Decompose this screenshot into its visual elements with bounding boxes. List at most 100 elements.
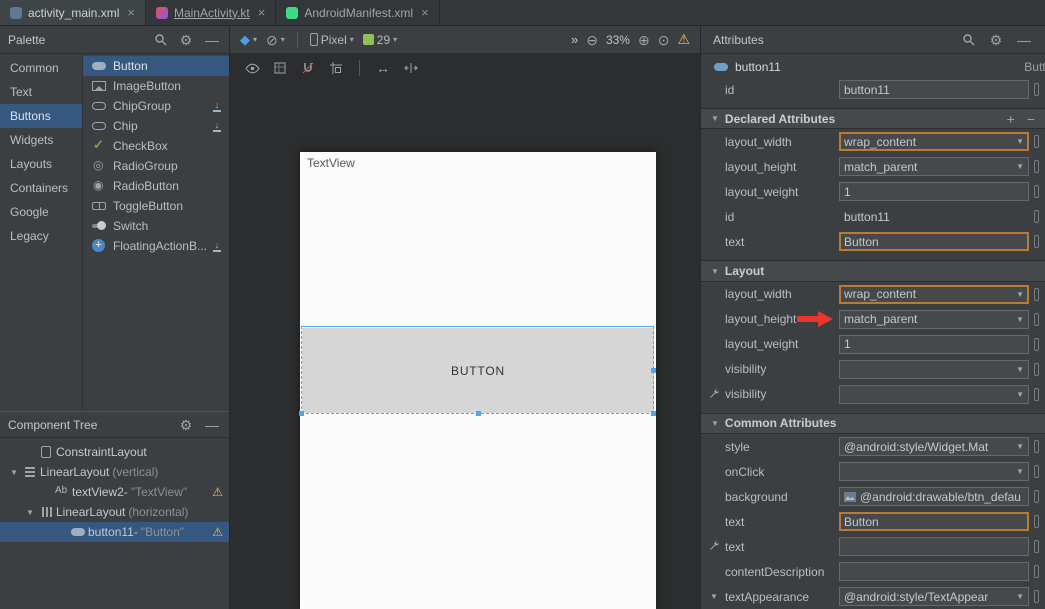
- palette-category[interactable]: Google: [0, 200, 82, 224]
- editor-tab[interactable]: activity_main.xml ×: [0, 0, 146, 25]
- device-select[interactable]: Pixel ▾: [310, 33, 354, 47]
- attribute-input[interactable]: ▼: [839, 385, 1029, 404]
- search-icon[interactable]: [959, 31, 977, 49]
- palette-item[interactable]: Chip ↓: [83, 116, 229, 136]
- resource-picker-icon[interactable]: [1034, 465, 1039, 478]
- design-mode-select[interactable]: ◆ ▾: [240, 32, 257, 48]
- hide-panel-icon[interactable]: —: [203, 31, 221, 49]
- palette-item[interactable]: RadioButton ↓: [83, 176, 229, 196]
- expand-arrow-icon[interactable]: ▼: [6, 468, 22, 477]
- warning-icon[interactable]: ⚠: [212, 485, 223, 499]
- attribute-input[interactable]: button11 ▼: [839, 207, 1029, 226]
- resource-picker-icon[interactable]: [1034, 83, 1039, 96]
- attribute-input[interactable]: match_parent ▼: [839, 310, 1029, 329]
- resource-picker-icon[interactable]: [1034, 313, 1039, 326]
- attribute-input[interactable]: 1 ▼: [839, 182, 1029, 201]
- palette-category[interactable]: Buttons: [0, 104, 82, 128]
- palette-item[interactable]: CheckBox ↓: [83, 136, 229, 156]
- palette-category[interactable]: Legacy: [0, 224, 82, 248]
- resource-picker-icon[interactable]: [1034, 135, 1039, 148]
- id-input[interactable]: button11: [839, 80, 1029, 99]
- chevron-down-icon[interactable]: ▼: [1016, 390, 1024, 399]
- search-icon[interactable]: [151, 31, 169, 49]
- resource-picker-icon[interactable]: [1034, 363, 1039, 376]
- palette-category[interactable]: Text: [0, 80, 82, 104]
- warning-icon[interactable]: ⚠: [212, 525, 223, 539]
- attribute-input[interactable]: ▼: [839, 462, 1029, 481]
- attribute-input[interactable]: ▼: [839, 360, 1029, 379]
- palette-item[interactable]: Button ↓: [83, 56, 229, 76]
- component-tree-node[interactable]: ▼ LinearLayout (vertical) ⚠: [0, 462, 229, 482]
- resource-picker-icon[interactable]: [1034, 565, 1039, 578]
- textview-preview[interactable]: TextView: [307, 156, 355, 170]
- editor-tab[interactable]: MainActivity.kt ×: [146, 0, 276, 25]
- chevron-down-icon[interactable]: ▼: [1016, 162, 1024, 171]
- view-options-eye-icon[interactable]: [244, 60, 260, 76]
- chevron-down-icon[interactable]: ▼: [1016, 315, 1024, 324]
- section-header-layout[interactable]: ▼ Layout: [701, 260, 1045, 281]
- design-surface[interactable]: TextView BUTTON: [230, 82, 700, 609]
- device-screen[interactable]: TextView BUTTON: [300, 152, 656, 609]
- palette-item[interactable]: ToggleButton ↓: [83, 196, 229, 216]
- expand-arrow-icon[interactable]: ▼: [22, 508, 38, 517]
- attribute-input[interactable]: @android:style/TextAppear ▼: [839, 587, 1029, 606]
- editor-tab[interactable]: AndroidManifest.xml ×: [276, 0, 439, 25]
- attribute-input[interactable]: Button ▼: [839, 232, 1029, 251]
- palette-category[interactable]: Widgets: [0, 128, 82, 152]
- attribute-input[interactable]: Button ▼: [839, 512, 1029, 531]
- resource-picker-icon[interactable]: [1034, 440, 1039, 453]
- gear-icon[interactable]: ⚙: [177, 31, 195, 49]
- distribute-icon[interactable]: [403, 60, 419, 76]
- chevron-down-icon[interactable]: ▼: [1016, 365, 1024, 374]
- guidelines-icon[interactable]: [328, 60, 344, 76]
- palette-item[interactable]: FloatingActionB... ↓: [83, 236, 229, 256]
- resource-picker-icon[interactable]: [1034, 160, 1039, 173]
- resource-picker-icon[interactable]: [1034, 338, 1039, 351]
- chevron-down-icon[interactable]: ▼: [1016, 442, 1024, 451]
- add-attribute-icon[interactable]: +: [1007, 111, 1015, 127]
- palette-item[interactable]: Switch ↓: [83, 216, 229, 236]
- chevron-down-icon[interactable]: ▼: [1016, 290, 1024, 299]
- section-header-declared[interactable]: ▼ Declared Attributes + −: [701, 108, 1045, 129]
- attribute-input[interactable]: @android:drawable/btn_defau ▼: [839, 487, 1029, 506]
- component-tree-node[interactable]: ▼ ConstraintLayout ⚠: [0, 442, 229, 462]
- palette-item[interactable]: ImageButton ↓: [83, 76, 229, 96]
- palette-item[interactable]: ChipGroup ↓: [83, 96, 229, 116]
- attribute-input[interactable]: ▼: [839, 562, 1029, 581]
- attribute-input[interactable]: 1 ▼: [839, 335, 1029, 354]
- resource-picker-icon[interactable]: [1034, 388, 1039, 401]
- attribute-input[interactable]: wrap_content ▼: [839, 132, 1029, 151]
- attribute-input[interactable]: wrap_content ▼: [839, 285, 1029, 304]
- close-icon[interactable]: ×: [421, 5, 429, 20]
- resource-picker-icon[interactable]: [1034, 490, 1039, 503]
- close-icon[interactable]: ×: [127, 5, 135, 20]
- palette-category[interactable]: Layouts: [0, 152, 82, 176]
- button-preview[interactable]: BUTTON: [302, 328, 654, 413]
- resource-picker-icon[interactable]: [1034, 210, 1039, 223]
- chevron-down-icon[interactable]: ▼: [1016, 467, 1024, 476]
- attribute-input[interactable]: match_parent ▼: [839, 157, 1029, 176]
- component-tree-node[interactable]: ▼ textView2- "TextView" ⚠: [0, 482, 229, 502]
- resource-picker-icon[interactable]: [1034, 590, 1039, 603]
- gear-icon[interactable]: ⚙: [177, 416, 195, 434]
- zoom-to-fit-button[interactable]: ⊙: [658, 33, 670, 47]
- attribute-input[interactable]: ▼: [839, 537, 1029, 556]
- palette-category[interactable]: Containers: [0, 176, 82, 200]
- zoom-out-button[interactable]: ⊖: [586, 33, 598, 47]
- gear-icon[interactable]: ⚙: [987, 31, 1005, 49]
- chevron-down-icon[interactable]: ▼: [1016, 592, 1024, 601]
- expand-arrow-icon[interactable]: ▼: [710, 592, 718, 601]
- autoconnect-magnet-icon[interactable]: [300, 60, 316, 76]
- hide-panel-icon[interactable]: —: [1015, 31, 1033, 49]
- layout-bounds-icon[interactable]: [272, 60, 288, 76]
- resource-picker-icon[interactable]: [1034, 540, 1039, 553]
- api-level-select[interactable]: 29 ▾: [363, 33, 397, 47]
- resource-picker-icon[interactable]: [1034, 185, 1039, 198]
- palette-item[interactable]: RadioGroup ↓: [83, 156, 229, 176]
- horizontal-arrows-icon[interactable]: ↔: [375, 60, 391, 76]
- section-header-common[interactable]: ▼ Common Attributes: [701, 413, 1045, 434]
- resource-picker-icon[interactable]: [1034, 288, 1039, 301]
- zoom-in-button[interactable]: ⊕: [638, 33, 650, 47]
- resource-picker-icon[interactable]: [1034, 235, 1039, 248]
- render-warnings-icon[interactable]: ⚠: [677, 31, 690, 48]
